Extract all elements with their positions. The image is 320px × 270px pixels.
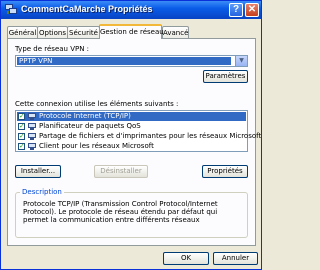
cancel-button[interactable]: Annuler bbox=[213, 252, 258, 265]
network-client-icon bbox=[28, 143, 36, 150]
component-label: Partage de fichiers et d'imprimantes pou… bbox=[39, 132, 262, 140]
install-button[interactable]: Installer... bbox=[15, 165, 61, 178]
component-checkbox[interactable]: ✓ bbox=[18, 123, 25, 130]
network-protocol-icon bbox=[28, 113, 36, 120]
description-text: Protocole TCP/IP (Transmission Control P… bbox=[23, 200, 218, 224]
file-share-icon bbox=[28, 133, 36, 140]
tab-strip: Général Options Sécurité Gestion de rése… bbox=[7, 24, 257, 39]
qos-icon bbox=[28, 123, 36, 130]
list-item[interactable]: ✓ Client pour les réseaux Microsoft bbox=[17, 142, 246, 151]
component-label: Protocole Internet (TCP/IP) bbox=[39, 112, 131, 120]
component-checkbox[interactable]: ✓ bbox=[18, 143, 25, 150]
component-checkbox[interactable]: ✓ bbox=[18, 113, 25, 120]
networking-panel: Type de réseau VPN : PPTP VPN ▼ Paramètr… bbox=[7, 38, 261, 246]
tab-networking[interactable]: Gestion de réseau bbox=[99, 24, 164, 39]
component-checkbox[interactable]: ✓ bbox=[18, 133, 25, 140]
description-group: Description Protocole TCP/IP (Transmissi… bbox=[15, 188, 248, 238]
ok-button[interactable]: OK bbox=[163, 252, 209, 265]
components-label: Cette connexion utilise les éléments sui… bbox=[15, 100, 179, 108]
tab-advanced[interactable]: Avancé bbox=[162, 26, 189, 38]
properties-button[interactable]: Propriétés bbox=[202, 165, 248, 178]
components-list[interactable]: ✓ Protocole Internet (TCP/IP) ✓ Planific… bbox=[15, 110, 261, 152]
properties-dialog: CommentCaMarche Propriétés ? ✕ Général O… bbox=[0, 0, 262, 270]
uninstall-button[interactable]: Désinstaller bbox=[94, 165, 148, 178]
component-label: Planificateur de paquets QoS bbox=[39, 122, 141, 130]
component-label: Client pour les réseaux Microsoft bbox=[39, 142, 154, 150]
settings-button[interactable]: Paramètres bbox=[203, 70, 248, 83]
close-icon: ✕ bbox=[247, 4, 257, 15]
help-button[interactable]: ? bbox=[229, 3, 243, 17]
dropdown-button[interactable]: ▼ bbox=[235, 56, 247, 66]
list-item[interactable]: ✓ Planificateur de paquets QoS bbox=[17, 122, 246, 131]
window-title: CommentCaMarche Propriétés bbox=[21, 4, 153, 14]
network-connection-icon bbox=[5, 4, 17, 14]
close-button[interactable]: ✕ bbox=[245, 3, 259, 17]
vpn-type-value: PPTP VPN bbox=[17, 57, 231, 65]
tab-security[interactable]: Sécurité bbox=[67, 26, 100, 38]
list-item[interactable]: ✓ Protocole Internet (TCP/IP) bbox=[17, 112, 246, 121]
tab-general[interactable]: Général bbox=[7, 26, 38, 38]
help-icon: ? bbox=[232, 4, 240, 15]
list-item[interactable]: ✓ Partage de fichiers et d'imprimantes p… bbox=[17, 132, 261, 141]
description-legend: Description bbox=[20, 188, 64, 196]
vpn-type-select[interactable]: PPTP VPN ▼ bbox=[15, 55, 248, 67]
vpn-type-label: Type de réseau VPN : bbox=[15, 45, 90, 53]
chevron-down-icon: ▼ bbox=[239, 57, 244, 64]
title-bar[interactable]: CommentCaMarche Propriétés ? ✕ bbox=[1, 1, 261, 19]
tab-options[interactable]: Options bbox=[37, 26, 68, 38]
